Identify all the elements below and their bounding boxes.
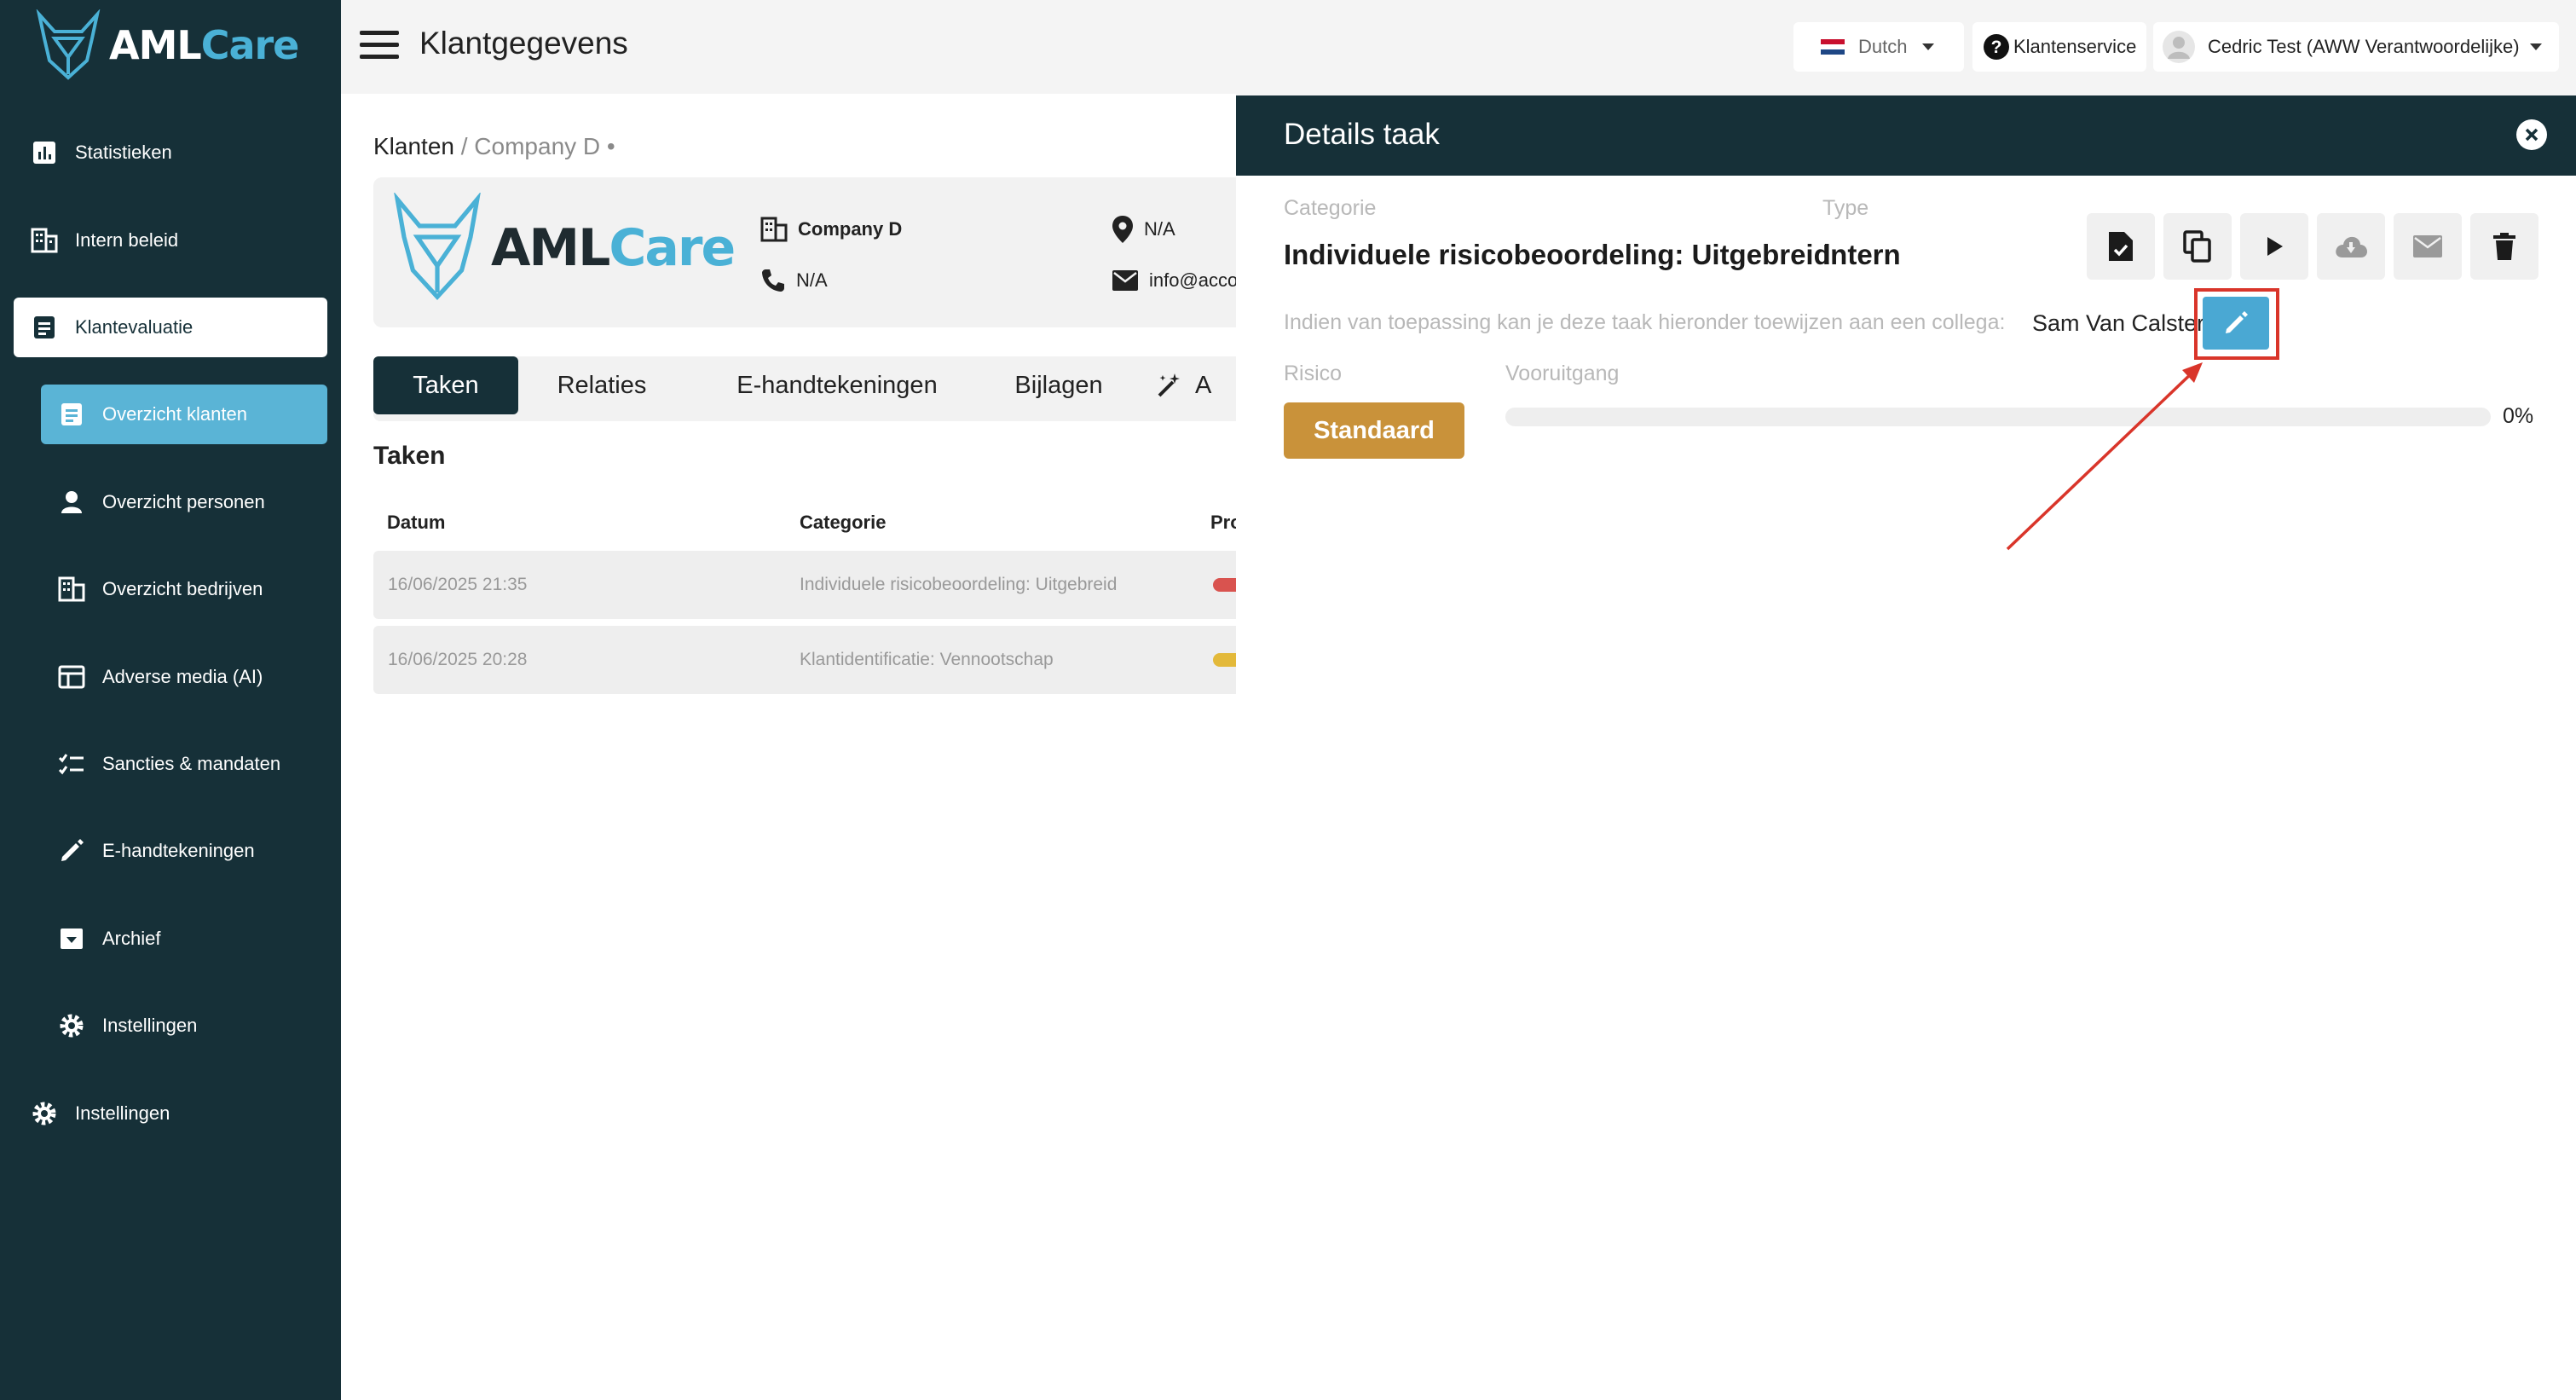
details-panel: Details taak Categorie Individuele risic…: [1236, 95, 2576, 1400]
sidebar-item-instellingen-sub[interactable]: Instellingen: [41, 996, 327, 1056]
sidebar-item-adverse-media[interactable]: Adverse media (AI): [41, 647, 327, 707]
sidebar-item-label: Instellingen: [102, 1015, 198, 1036]
tab-bar: Taken Relaties E-handtekeningen Bijlagen…: [373, 356, 1251, 421]
tab-relaties[interactable]: Relaties: [537, 356, 667, 414]
company-phone-field: N/A: [760, 268, 828, 293]
building-icon: [29, 225, 60, 256]
building-icon: [760, 217, 788, 242]
pencil-icon: [56, 836, 87, 866]
sidebar-item-label: Adverse media (AI): [102, 666, 263, 687]
company-email-field: info@acco: [1112, 269, 1251, 292]
sidebar-item-label: Statistieken: [75, 142, 172, 163]
bar-chart-icon: [29, 137, 60, 168]
main-content: Klanten / Company D • AMLCare Company D …: [341, 94, 1251, 1400]
sidebar-item-klantevaluatie[interactable]: Klantevaluatie: [14, 298, 327, 357]
sidebar-item-label: Sancties & mandaten: [102, 753, 281, 774]
tab-taken[interactable]: Taken: [373, 356, 518, 414]
breadcrumb-root[interactable]: Klanten: [373, 133, 454, 159]
annotation-arrow: [2006, 362, 2203, 551]
row-category: Individuele risicobeoordeling: Uitgebrei…: [800, 575, 1118, 594]
sidebar-item-label: Overzicht klanten: [102, 403, 247, 425]
support-link[interactable]: ? Klantenservice: [1972, 22, 2146, 72]
chevron-down-icon: [1922, 43, 1935, 50]
page-title: Klantgegevens: [419, 26, 628, 61]
document-icon: [29, 312, 60, 343]
user-name: Cedric Test (AWW Verantwoordelijke): [2208, 36, 2520, 57]
table-row[interactable]: 16/06/2025 21:35 Individuele risicobeoor…: [373, 551, 1251, 619]
tab-e-handtekeningen[interactable]: E-handtekeningen: [701, 356, 973, 414]
archive-icon: [56, 923, 87, 954]
support-label: Klantenservice: [2013, 36, 2137, 57]
chevron-down-icon: [2529, 43, 2542, 50]
table-row[interactable]: 16/06/2025 20:28 Klantidentificatie: Ven…: [373, 626, 1251, 694]
sidebar-item-sancties[interactable]: Sancties & mandaten: [41, 734, 327, 794]
checklist-icon: [56, 749, 87, 779]
sidebar-item-e-handtekeningen[interactable]: E-handtekeningen: [41, 821, 327, 881]
tab-ai[interactable]: A: [1144, 356, 1246, 414]
avatar: [2163, 31, 2195, 63]
sidebar-item-label: Intern beleid: [75, 229, 179, 251]
location-pin-icon: [1112, 216, 1133, 243]
sidebar-item-instellingen[interactable]: Instellingen: [14, 1084, 327, 1143]
sidebar-item-label: Overzicht bedrijven: [102, 578, 263, 599]
sidebar-item-label: Overzicht personen: [102, 491, 265, 512]
breadcrumb-current: / Company D •: [460, 133, 615, 159]
sidebar-item-label: Instellingen: [75, 1102, 170, 1124]
company-name-field: Company D: [760, 217, 902, 242]
user-menu[interactable]: Cedric Test (AWW Verantwoordelijke): [2153, 22, 2559, 72]
breadcrumb: Klanten / Company D •: [373, 133, 615, 160]
netherlands-flag-icon: [1821, 39, 1845, 55]
sidebar-item-statistieken[interactable]: Statistieken: [14, 123, 327, 182]
phone-icon: [762, 269, 784, 292]
company-card: AMLCare Company D N/A N/A info@acco: [373, 177, 1251, 327]
sidebar-item-archief[interactable]: Archief: [41, 909, 327, 969]
wolf-logo-icon: [36, 9, 101, 80]
row-date: 16/06/2025 20:28: [388, 650, 528, 669]
row-category: Klantidentificatie: Vennootschap: [800, 650, 1054, 669]
tab-bijlagen[interactable]: Bijlagen: [999, 356, 1118, 414]
row-date: 16/06/2025 21:35: [388, 575, 528, 594]
language-select[interactable]: Dutch: [1793, 22, 1964, 72]
gear-icon: [29, 1098, 60, 1129]
sidebar-item-label: Archief: [102, 928, 161, 949]
building-icon: [56, 574, 87, 605]
svg-text:?: ?: [1991, 38, 2002, 57]
magic-wand-icon: [1158, 373, 1180, 397]
column-header-categorie[interactable]: Categorie: [800, 512, 886, 534]
list-document-icon: [56, 399, 87, 430]
table-icon: [56, 662, 87, 692]
sidebar-item-intern-beleid[interactable]: Intern beleid: [14, 211, 327, 270]
company-location-field: N/A: [1112, 215, 1175, 244]
language-label: Dutch: [1858, 36, 1908, 57]
sidebar-item-overzicht-klanten[interactable]: Overzicht klanten: [41, 385, 327, 444]
brand-logo[interactable]: AMLCare: [32, 9, 299, 82]
section-title: Taken: [373, 442, 446, 470]
sidebar-item-label: E-handtekeningen: [102, 840, 255, 861]
sidebar: AMLCare Statistieken Intern beleid Klant…: [0, 0, 341, 1400]
brand-name: AMLCare: [109, 22, 299, 68]
help-icon: ?: [1984, 34, 2009, 60]
mail-icon: [1112, 270, 1138, 291]
top-bar: Klantgegevens Dutch ? Klantenservice Ced…: [341, 0, 2576, 94]
sidebar-item-overzicht-bedrijven[interactable]: Overzicht bedrijven: [41, 559, 327, 619]
wolf-logo-icon: [394, 193, 481, 301]
company-logo: AMLCare: [390, 193, 736, 304]
column-header-datum[interactable]: Datum: [387, 512, 445, 534]
sidebar-item-label: Klantevaluatie: [75, 316, 193, 338]
menu-icon[interactable]: [360, 31, 399, 61]
sidebar-item-overzicht-personen[interactable]: Overzicht personen: [41, 472, 327, 532]
gear-icon: [56, 1010, 87, 1041]
person-icon: [56, 487, 87, 518]
